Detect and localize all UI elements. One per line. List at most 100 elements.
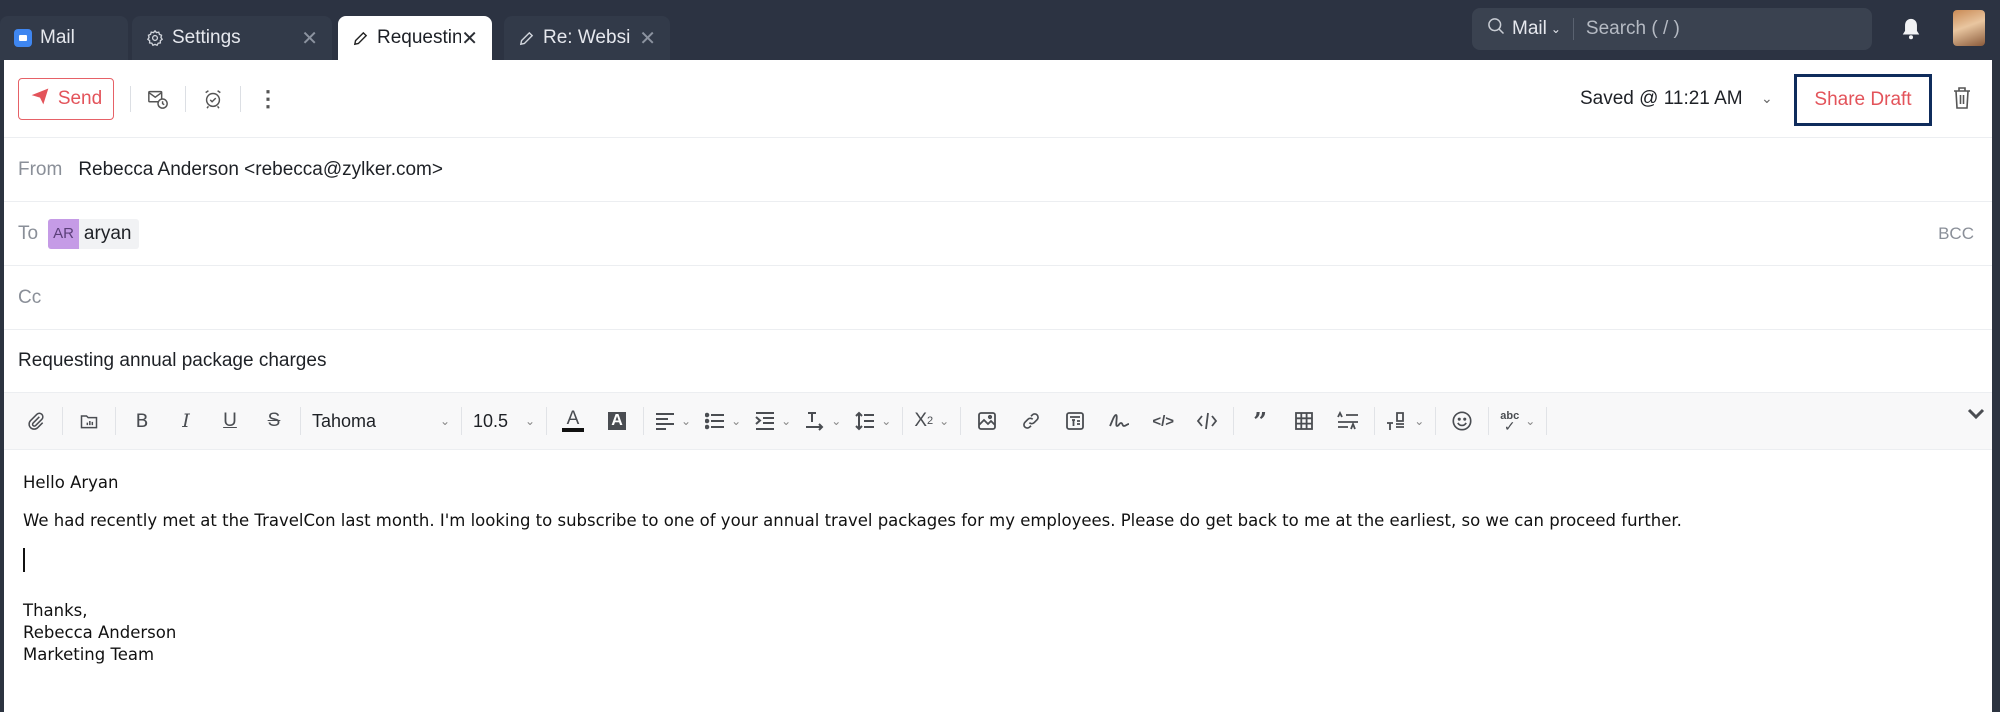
emoji-icon[interactable]: [1447, 406, 1477, 436]
insert-table-icon[interactable]: [1289, 406, 1319, 436]
cc-row[interactable]: Cc: [4, 266, 1996, 330]
tab-label: Settings: [172, 27, 241, 48]
line-spacing-icon[interactable]: ⌄: [855, 406, 891, 436]
font-size-value: 10.5: [473, 410, 509, 431]
text-direction-icon[interactable]: ⌄: [805, 406, 841, 436]
chevron-down-icon: ⌄: [524, 414, 535, 428]
close-icon[interactable]: ✕: [301, 26, 318, 51]
divider: [960, 407, 962, 435]
collapse-toolbar-chevron-icon[interactable]: [1966, 407, 1986, 426]
reminder-alarm-icon[interactable]: [198, 84, 228, 114]
divider: [1435, 407, 1437, 435]
text-case-icon[interactable]: [1333, 406, 1363, 436]
close-icon[interactable]: ✕: [639, 26, 656, 51]
trash-icon[interactable]: [1952, 86, 1972, 115]
divider: [546, 407, 547, 435]
bell-icon[interactable]: [1900, 16, 1922, 47]
superscript-icon[interactable]: X 2 ⌄: [914, 406, 949, 436]
scrollbar-track: [1992, 60, 1996, 712]
insert-code-snippet-icon[interactable]: [1192, 406, 1222, 436]
divider: [902, 407, 904, 435]
user-avatar[interactable]: [1953, 10, 1985, 46]
pencil-icon: [352, 30, 369, 47]
divider: [1488, 407, 1490, 435]
mail-app-icon: [14, 29, 32, 47]
cc-label: Cc: [18, 286, 42, 308]
from-value[interactable]: Rebecca Anderson <rebecca@zylker.com>: [78, 159, 443, 181]
send-icon: [30, 86, 50, 112]
divider: [300, 407, 301, 435]
underline-icon[interactable]: U: [215, 406, 245, 436]
recipient-name: aryan: [83, 222, 132, 244]
signature: Thanks, Rebecca Anderson Marketing Team: [23, 600, 1996, 666]
send-label: Send: [57, 87, 103, 109]
bcc-toggle[interactable]: BCC: [1938, 224, 1974, 244]
divider: [1546, 407, 1548, 435]
gear-icon: [146, 29, 164, 47]
indent-icon[interactable]: ⌄: [755, 406, 791, 436]
search-bar[interactable]: Mail ⌄ Search ( / ): [1472, 8, 1872, 50]
formatting-toolbar: B I U S Tahoma ⌄ 10.5 ⌄ A A ⌄ ⌄ ⌄ ⌄ ⌄ X …: [4, 392, 1996, 450]
clear-format-icon[interactable]: ⌄: [1386, 406, 1424, 436]
tab-settings[interactable]: Settings ✕: [132, 16, 332, 60]
tab-re-website[interactable]: Re: Websi ✕: [504, 16, 670, 60]
recipient-chip[interactable]: AR aryan: [48, 218, 140, 249]
tab-label: Mail: [40, 27, 75, 48]
insert-image-icon[interactable]: [972, 406, 1002, 436]
bullet-list-icon[interactable]: ⌄: [705, 406, 741, 436]
divider: [130, 85, 131, 112]
divider: [185, 85, 186, 112]
signoff: Thanks,: [23, 601, 88, 620]
divider: [62, 407, 63, 435]
code-icon[interactable]: </>: [1148, 406, 1178, 436]
text-color-icon[interactable]: A: [558, 406, 588, 436]
recipient-initials: AR: [48, 218, 79, 249]
divider: [115, 407, 116, 435]
compose-panel: Send ⋮ Saved @ 11:21 AM ⌄ Share Draft Fr…: [4, 60, 1996, 712]
font-size-select[interactable]: 10.5 ⌄: [473, 406, 535, 436]
tab-label: Requestin: [377, 27, 462, 48]
strikethrough-icon[interactable]: S: [259, 406, 289, 436]
divider: [1572, 18, 1574, 40]
insert-template-icon[interactable]: [1060, 406, 1090, 436]
divider: [1233, 407, 1235, 435]
body-paragraph: We had recently met at the TravelCon las…: [23, 511, 1682, 530]
schedule-send-icon[interactable]: [143, 84, 173, 114]
quote-icon[interactable]: ”: [1245, 406, 1275, 436]
subject-field[interactable]: Requesting annual package charges: [4, 330, 1996, 392]
background-color-icon[interactable]: A: [602, 406, 632, 436]
tab-mail[interactable]: Mail: [0, 16, 128, 60]
compose-toolbar: Send ⋮ Saved @ 11:21 AM ⌄ Share Draft: [4, 60, 1996, 138]
subject-text: Requesting annual package charges: [18, 350, 327, 371]
font-family-select[interactable]: Tahoma ⌄: [312, 406, 450, 436]
chevron-down-icon[interactable]: ⌄: [1761, 90, 1773, 107]
pencil-icon: [518, 30, 535, 47]
bold-icon[interactable]: B: [127, 406, 157, 436]
message-body-editor[interactable]: Hello Aryan We had recently met at the T…: [4, 450, 1996, 666]
insert-from-cloud-icon[interactable]: [74, 406, 104, 436]
from-row: From Rebecca Anderson <rebecca@zylker.co…: [4, 138, 1996, 202]
search-input[interactable]: Search ( / ): [1586, 18, 1680, 40]
to-row[interactable]: To AR aryan BCC: [4, 202, 1996, 266]
chevron-down-icon: ⌄: [439, 414, 450, 428]
search-scope[interactable]: Mail: [1512, 18, 1547, 40]
close-icon[interactable]: ✕: [461, 26, 478, 51]
align-icon[interactable]: ⌄: [655, 406, 691, 436]
signature-icon[interactable]: [1104, 406, 1134, 436]
font-family-value: Tahoma: [312, 410, 377, 431]
spellcheck-icon[interactable]: abc ✓ ⌄: [1500, 406, 1535, 436]
divider: [643, 407, 644, 435]
top-bar: Mail Settings ✕ Requestin ✕ Re: Websi ✕ …: [0, 0, 2000, 60]
chevron-down-icon[interactable]: ⌄: [1551, 22, 1561, 36]
to-label: To: [18, 222, 39, 244]
italic-icon[interactable]: I: [171, 406, 201, 436]
tab-requesting[interactable]: Requestin ✕: [338, 16, 492, 60]
more-options-icon[interactable]: ⋮: [253, 84, 283, 114]
divider: [1374, 407, 1376, 435]
from-label: From: [18, 158, 63, 180]
send-button[interactable]: Send: [18, 77, 114, 120]
insert-link-icon[interactable]: [1016, 406, 1046, 436]
attachment-icon[interactable]: [21, 406, 51, 436]
tab-label: Re: Websi: [543, 27, 631, 48]
share-draft-button[interactable]: Share Draft: [1794, 74, 1932, 126]
